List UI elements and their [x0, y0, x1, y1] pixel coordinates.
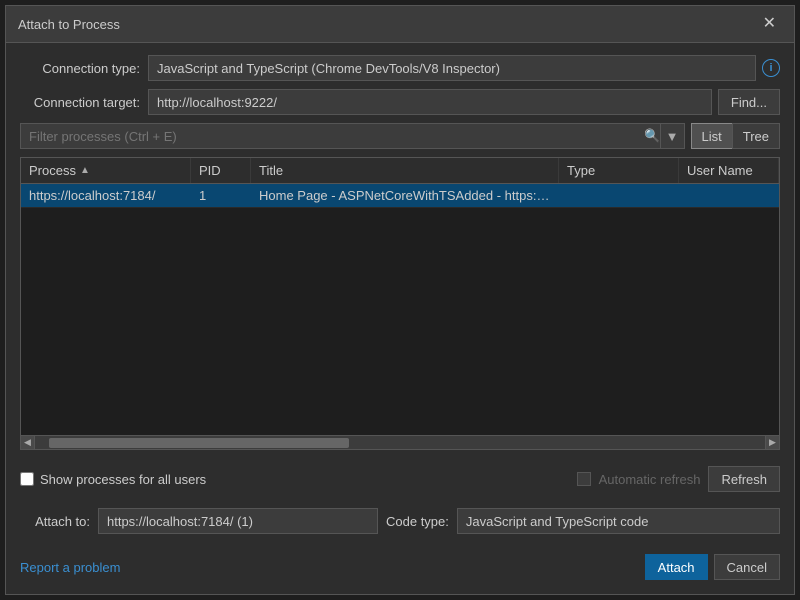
- dialog: Attach to Process ✕ Connection type: Jav…: [5, 5, 795, 595]
- show-all-users-checkbox[interactable]: [20, 472, 34, 486]
- column-type[interactable]: Type: [559, 158, 679, 183]
- filter-row: 🔍 ▼ List Tree: [20, 123, 780, 149]
- attach-to-input[interactable]: [98, 508, 378, 534]
- show-all-users-wrap: Show processes for all users: [20, 472, 206, 487]
- refresh-button[interactable]: Refresh: [708, 466, 780, 492]
- connection-type-row: Connection type: JavaScript and TypeScri…: [20, 55, 780, 81]
- attach-to-label: Attach to:: [20, 514, 90, 529]
- column-pid[interactable]: PID: [191, 158, 251, 183]
- connection-target-label: Connection target:: [20, 95, 140, 110]
- attach-to-row: Attach to: Code type: JavaScript and Typ…: [20, 504, 780, 538]
- cancel-button[interactable]: Cancel: [714, 554, 780, 580]
- scroll-thumb[interactable]: [49, 438, 349, 448]
- cell-username: [679, 184, 779, 207]
- filter-input-wrap: 🔍 ▼: [20, 123, 685, 149]
- footer-row: Report a problem Attach Cancel: [20, 546, 780, 582]
- filter-input[interactable]: [20, 123, 661, 149]
- cell-type: [559, 184, 679, 207]
- table-header: Process ▲ PID Title Type User Name: [21, 158, 779, 184]
- cell-process: https://localhost:7184/: [21, 184, 191, 207]
- bottom-row: Show processes for all users Automatic r…: [20, 458, 780, 496]
- dialog-content: Connection type: JavaScript and TypeScri…: [6, 43, 794, 594]
- code-type-select[interactable]: JavaScript and TypeScript code: [457, 508, 780, 534]
- process-table: Process ▲ PID Title Type User Name h: [20, 157, 780, 450]
- title-bar: Attach to Process ✕: [6, 6, 794, 43]
- connection-target-select[interactable]: http://localhost:9222/: [148, 89, 712, 115]
- auto-refresh-wrap: Automatic refresh Refresh: [577, 466, 780, 492]
- connection-type-select[interactable]: JavaScript and TypeScript (Chrome DevToo…: [148, 55, 756, 81]
- cell-title: Home Page - ASPNetCoreWithTSAdded - http…: [251, 184, 559, 207]
- column-title[interactable]: Title: [251, 158, 559, 183]
- cell-pid: 1: [191, 184, 251, 207]
- tree-view-button[interactable]: Tree: [732, 123, 780, 149]
- table-body[interactable]: https://localhost:7184/ 1 Home Page - AS…: [21, 184, 779, 435]
- view-toggle: List Tree: [691, 123, 780, 149]
- auto-refresh-label: Automatic refresh: [599, 472, 701, 487]
- find-button[interactable]: Find...: [718, 89, 780, 115]
- dialog-title: Attach to Process: [18, 17, 120, 32]
- scroll-right-arrow[interactable]: ▶: [765, 436, 779, 450]
- show-all-users-label[interactable]: Show processes for all users: [40, 472, 206, 487]
- connection-target-dropdown-wrap: http://localhost:9222/ Find...: [148, 89, 780, 115]
- auto-refresh-checkbox[interactable]: [577, 472, 591, 486]
- filter-dropdown-button[interactable]: ▼: [661, 123, 685, 149]
- connection-type-label: Connection type:: [20, 61, 140, 76]
- scroll-left-arrow[interactable]: ◀: [21, 436, 35, 450]
- connection-type-dropdown-wrap: JavaScript and TypeScript (Chrome DevToo…: [148, 55, 780, 81]
- sort-arrow-process: ▲: [80, 165, 90, 176]
- horizontal-scrollbar[interactable]: ◀ ▶: [21, 435, 779, 449]
- connection-target-row: Connection target: http://localhost:9222…: [20, 89, 780, 115]
- list-view-button[interactable]: List: [691, 123, 732, 149]
- close-button[interactable]: ✕: [757, 14, 782, 34]
- code-type-label: Code type:: [386, 514, 449, 529]
- attach-button[interactable]: Attach: [645, 554, 708, 580]
- code-type-dropdown-wrap: JavaScript and TypeScript code: [457, 508, 780, 534]
- column-username[interactable]: User Name: [679, 158, 779, 183]
- footer-buttons: Attach Cancel: [645, 554, 780, 580]
- column-process[interactable]: Process ▲: [21, 158, 191, 183]
- table-row[interactable]: https://localhost:7184/ 1 Home Page - AS…: [21, 184, 779, 208]
- info-icon[interactable]: i: [762, 59, 780, 77]
- report-link[interactable]: Report a problem: [20, 560, 120, 575]
